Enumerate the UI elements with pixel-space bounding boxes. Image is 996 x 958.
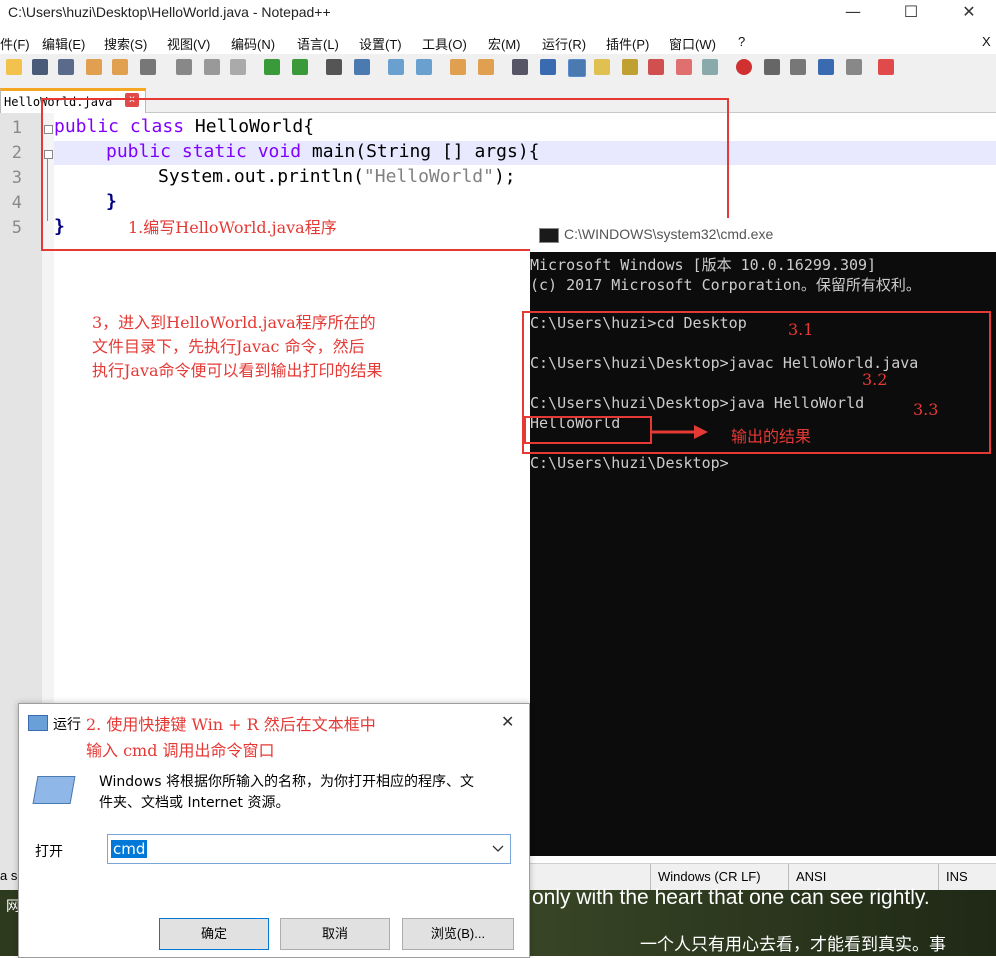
annotation-step1: 1.编写HelloWorld.java程序: [128, 218, 337, 237]
cmd-icon: [539, 228, 559, 243]
run-close-icon[interactable]: ✕: [501, 712, 514, 731]
annotation-arrow-icon: [650, 425, 708, 439]
menu-tools[interactable]: 工具(O): [422, 34, 467, 53]
sync-horizontal-icon[interactable]: [478, 59, 494, 75]
annotation-step3-1: 3.1: [788, 320, 814, 339]
menu-window[interactable]: 窗口(W): [669, 34, 716, 53]
annotation-step3-3: 3.3: [913, 400, 939, 419]
print-icon[interactable]: [140, 59, 156, 75]
new-file-icon[interactable]: [6, 59, 22, 75]
chevron-down-icon[interactable]: [492, 845, 504, 853]
annotation-step2-line2: 输入 cmd 调用出命令窗口: [86, 741, 275, 760]
menu-run[interactable]: 运行(R): [542, 34, 586, 53]
run-icon: [28, 715, 48, 731]
indent-guide-icon[interactable]: [568, 59, 586, 77]
cut-icon[interactable]: [176, 59, 192, 75]
menu-plugins[interactable]: 插件(P): [606, 34, 649, 53]
annotation-step3-line3: 执行Java命令便可以看到输出打印的结果: [92, 361, 383, 380]
menu-bar: 件(F) 编辑(E) 搜索(S) 视图(V) 编码(N) 语言(L) 设置(T)…: [0, 30, 996, 54]
status-encoding: ANSI: [796, 869, 827, 884]
close-file-icon[interactable]: [86, 59, 102, 75]
run-dialog-title: 运行: [53, 717, 81, 733]
line-number: 5: [11, 218, 22, 238]
menu-view[interactable]: 视图(V): [167, 34, 210, 53]
wallpaper-caption-zh: 一个人只有用心去看，才能看到真实。事: [640, 935, 946, 954]
save-all-icon[interactable]: [58, 59, 74, 75]
line-number: 4: [11, 193, 22, 213]
menu-settings[interactable]: 设置(T): [359, 34, 402, 53]
cancel-button[interactable]: 取消: [280, 918, 390, 950]
run-dialog: 运行 ✕ 2. 使用快捷键 Win + R 然后在文本框中 输入 cmd 调用出…: [18, 703, 530, 958]
left-fragment: a s: [0, 868, 18, 883]
toolbar: [0, 54, 996, 83]
run-input-value: cmd: [111, 840, 148, 858]
console-line: Microsoft Windows [版本 10.0.16299.309]: [530, 256, 877, 274]
status-insert-mode: INS: [946, 869, 968, 884]
maximize-icon[interactable]: ☐: [888, 0, 934, 28]
minimize-icon[interactable]: —: [830, 0, 876, 28]
undo-icon[interactable]: [264, 59, 280, 75]
wallpaper-caption-en: only with the heart that one can see rig…: [532, 886, 930, 909]
save-macro-icon[interactable]: [846, 59, 862, 75]
line-number: 1: [11, 118, 22, 138]
menu-macro[interactable]: 宏(M): [488, 34, 521, 53]
notepad-title-bar: C:\Users\huzi\Desktop\HelloWorld.java - …: [0, 0, 996, 30]
window-title: C:\Users\huzi\Desktop\HelloWorld.java - …: [8, 4, 331, 20]
menu-help[interactable]: ?: [738, 34, 745, 49]
status-divider: [938, 864, 939, 890]
sync-vertical-icon[interactable]: [450, 59, 466, 75]
console-prompt: C:\Users\huzi\Desktop>: [530, 454, 729, 472]
close-all-icon[interactable]: [112, 59, 128, 75]
annotation-step3-line2: 文件目录下，先执行Javac 命令，然后: [92, 337, 365, 356]
run-description-line1: Windows 将根据你所输入的名称，为你打开相应的程序、文: [99, 774, 474, 790]
spell-check-icon[interactable]: [878, 59, 894, 75]
zoom-out-icon[interactable]: [416, 59, 432, 75]
annotation-box-output: [524, 416, 652, 444]
line-number: 3: [11, 168, 22, 188]
menu-encoding[interactable]: 编码(N): [231, 34, 275, 53]
run-description-line2: 件夹、文档或 Internet 资源。: [99, 795, 290, 811]
folder-icon[interactable]: [676, 59, 692, 75]
annotation-output-label: 输出的结果: [731, 427, 812, 446]
run-macro-multiple-icon[interactable]: [818, 59, 834, 75]
annotation-step3-line1: 3，进入到HelloWorld.java程序所在的: [92, 313, 376, 332]
annotation-step3-2: 3.2: [862, 370, 888, 389]
close-icon[interactable]: ✕: [946, 0, 992, 28]
zoom-in-icon[interactable]: [388, 59, 404, 75]
cmd-window-title: C:\WINDOWS\system32\cmd.exe: [564, 226, 774, 242]
copy-icon[interactable]: [204, 59, 220, 75]
browse-button[interactable]: 浏览(B)...: [402, 918, 514, 950]
word-wrap-icon[interactable]: [512, 59, 528, 75]
line-number: 2: [11, 143, 22, 163]
find-icon[interactable]: [326, 59, 342, 75]
status-eol: Windows (CR LF): [658, 869, 761, 884]
record-macro-icon[interactable]: [736, 59, 752, 75]
open-label: 打开: [35, 844, 63, 860]
replace-icon[interactable]: [354, 59, 370, 75]
show-all-chars-icon[interactable]: [540, 59, 556, 75]
menu-close-doc-icon[interactable]: X: [982, 34, 991, 49]
monitor-icon[interactable]: [702, 59, 718, 75]
doc-map-icon[interactable]: [622, 59, 638, 75]
menu-search[interactable]: 搜索(S): [104, 34, 147, 53]
console-line: (c) 2017 Microsoft Corporation。保留所有权利。: [530, 276, 921, 294]
run-command-input[interactable]: cmd: [107, 834, 511, 864]
ok-button[interactable]: 确定: [159, 918, 269, 950]
annotation-step2-line1: 2. 使用快捷键 Win + R 然后在文本框中: [86, 715, 376, 734]
paste-icon[interactable]: [230, 59, 246, 75]
lang-icon[interactable]: [594, 59, 610, 75]
save-icon[interactable]: [32, 59, 48, 75]
play-macro-icon[interactable]: [790, 59, 806, 75]
stop-macro-icon[interactable]: [764, 59, 780, 75]
cmd-title-bar: C:\WINDOWS\system32\cmd.exe: [530, 218, 996, 253]
function-list-icon[interactable]: [648, 59, 664, 75]
menu-language[interactable]: 语言(L): [297, 34, 339, 53]
redo-icon[interactable]: [292, 59, 308, 75]
menu-edit[interactable]: 编辑(E): [42, 34, 85, 53]
run-program-icon: [32, 776, 76, 804]
menu-file[interactable]: 件(F): [0, 34, 30, 53]
